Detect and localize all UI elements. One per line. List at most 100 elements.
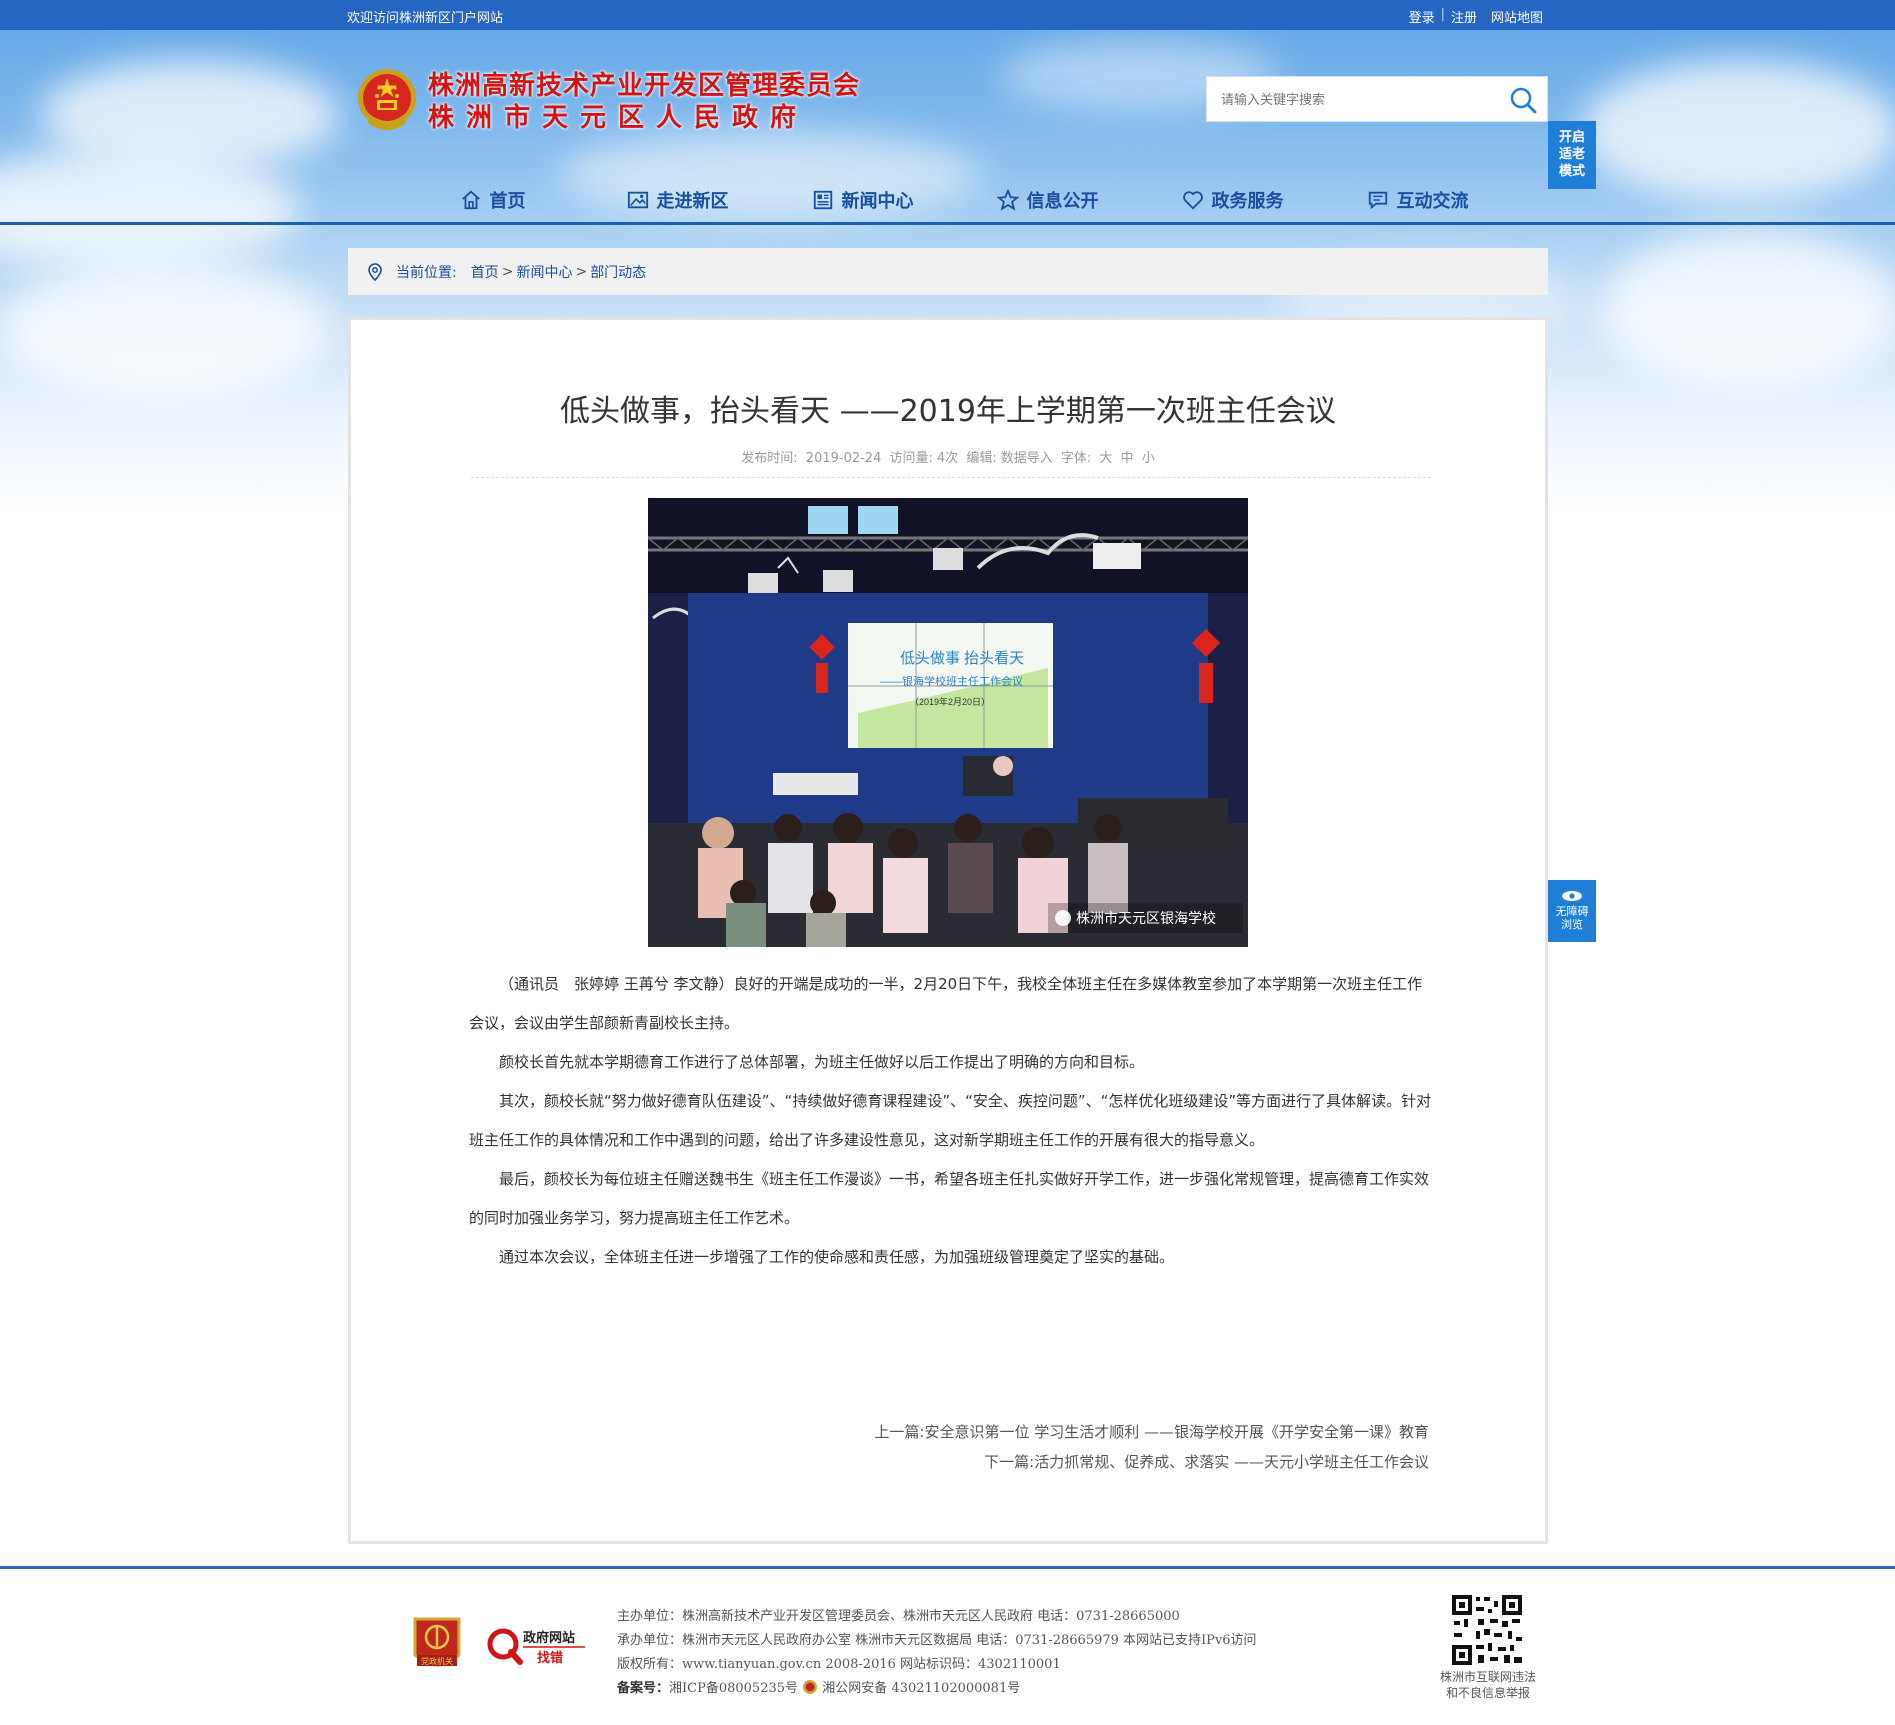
accessibility-text-2: 浏览 xyxy=(1561,918,1583,931)
main-nav: 首页 走进新区 新闻中心 信息公开 政务服务 互动交流 xyxy=(400,180,1510,220)
font-small-button[interactable]: 小 xyxy=(1142,451,1155,466)
prev-label: 上一篇: xyxy=(874,1423,925,1441)
record-label: 备案号： xyxy=(617,1681,670,1696)
badge-text: 党政机关 xyxy=(421,1656,453,1666)
article-paragraph: 其次，颜校长就“努力做好德育队伍建设”、“持续做好德育课程建设”、“安全、疾控问… xyxy=(469,1092,1432,1149)
site-title-line1: 株洲高新技术产业开发区管理委员会 xyxy=(428,71,861,101)
accessibility-button[interactable]: 无障碍 浏览 xyxy=(1548,880,1596,942)
next-label: 下一篇: xyxy=(984,1453,1035,1471)
cloud-decoration xyxy=(1600,230,1895,390)
cloud-decoration xyxy=(0,150,300,270)
chat-icon xyxy=(1368,191,1387,210)
photo-watermark: 株洲市天元区银海学校 xyxy=(1076,910,1216,926)
nav-label: 走进新区 xyxy=(656,191,729,212)
home-icon xyxy=(461,190,480,210)
website-error-report-icon[interactable]: 政府网站 找错 xyxy=(487,1624,587,1668)
elder-mode-button[interactable]: 开启 适老 模式 xyxy=(1548,121,1596,189)
breadcrumb-department[interactable]: 部门动态 xyxy=(590,262,646,282)
article-paragraph: 最后，颜校长为每位班主任赠送魏书生《班主任工作漫谈》一书，希望各班主任扎实做好开… xyxy=(469,1170,1430,1227)
article-paragraph: （通讯员 张婷婷 王苒兮 李文静）良好的开端是成功的一半，2月20日下午，我校全… xyxy=(469,975,1423,1032)
top-links: 登录 | 注册 网站地图 xyxy=(1409,7,1543,26)
meta-editor: 数据导入 xyxy=(1000,451,1053,466)
national-emblem-icon xyxy=(358,69,416,130)
breadcrumb-separator: > xyxy=(501,263,514,280)
cloud-decoration xyxy=(1580,60,1895,200)
elder-mode-text-3: 模式 xyxy=(1558,164,1585,179)
newspaper-icon xyxy=(813,190,832,210)
prev-article[interactable]: 上一篇:安全意识第一位 学习生活才顺利 ——银海学校开展《开学安全第一课》教育 xyxy=(874,1417,1429,1447)
article-meta: 发布时间: 2019-02-24 访问量: 4次 编辑: 数据导入 字体: 大 中 … xyxy=(351,447,1545,466)
search-icon[interactable] xyxy=(1509,86,1537,114)
font-medium-button[interactable]: 中 xyxy=(1121,451,1134,466)
article-container: 低头做事，抬头看天 ——2019年上学期第一次班主任会议 发布时间: 2019-… xyxy=(348,317,1548,1544)
picture-icon xyxy=(627,191,648,209)
nav-label: 信息公开 xyxy=(1026,191,1099,212)
article-paragraph: 颜校长首先就本学期德育工作进行了总体部署，为班主任做好以后工作提出了明确的方向和… xyxy=(499,1053,1145,1071)
nav-underline xyxy=(0,222,1895,225)
article-paragraph: 通过本次会议，全体班主任进一步增强了工作的使命感和责任感，为加强班级管理奠定了坚… xyxy=(499,1248,1175,1266)
police-badge-icon xyxy=(803,1680,818,1694)
screen-text-1: 低头做事 抬头看天 xyxy=(900,650,1024,667)
breadcrumb-news[interactable]: 新闻中心 xyxy=(516,262,572,282)
nav-item-services[interactable]: 政务服务 xyxy=(1140,180,1325,220)
nav-item-info[interactable]: 信息公开 xyxy=(955,180,1140,220)
cloud-decoration xyxy=(0,260,330,400)
article-body: （通讯员 张婷婷 王苒兮 李文静）良好的开端是成功的一半，2月20日下午，我校全… xyxy=(469,965,1433,1277)
nav-label: 首页 xyxy=(489,191,526,212)
nav-item-news[interactable]: 新闻中心 xyxy=(770,180,955,220)
meta-font-label: 字体: xyxy=(1060,451,1092,466)
screen-text-2: ——银海学校班主任工作会议 xyxy=(880,674,1023,688)
register-link[interactable]: 注册 xyxy=(1451,7,1477,26)
star-icon xyxy=(996,189,1019,211)
breadcrumb-label: 当前位置: xyxy=(396,264,457,281)
footer-info: 主办单位：株洲高新技术产业开发区管理委员会、株洲市天元区人民政府 电话：0731… xyxy=(617,1605,1257,1701)
meta-visits-label: 访问量: xyxy=(889,451,933,466)
elder-mode-text-1: 开启 xyxy=(1558,130,1585,145)
nav-label: 新闻中心 xyxy=(841,191,914,212)
jc-text-1: 政府网站 xyxy=(523,1630,575,1645)
nav-item-about[interactable]: 走进新区 xyxy=(585,180,770,220)
nav-item-home[interactable]: 首页 xyxy=(400,180,585,220)
icp-link[interactable]: 湘ICP备08005235号 xyxy=(669,1681,798,1696)
welcome-text: 欢迎访问株洲新区门户网站 xyxy=(347,11,504,26)
nav-label: 互动交流 xyxy=(1396,191,1469,212)
site-title-line2: 株洲市天元区人民政府 xyxy=(428,103,809,133)
location-pin-icon xyxy=(368,262,382,281)
footer-copyright: 版权所有：www.tianyuan.gov.cn 2008-2016 网站标识码… xyxy=(617,1657,1061,1672)
prev-next-links: 上一篇:安全意识第一位 学习生活才顺利 ——银海学校开展《开学安全第一课》教育 … xyxy=(874,1417,1429,1477)
qr-caption-line2: 和不良信息举报 xyxy=(1445,1686,1530,1700)
elder-mode-text-2: 适老 xyxy=(1558,147,1585,162)
meta-publish-label: 发布时间: xyxy=(741,451,798,466)
heart-icon xyxy=(1182,191,1203,210)
nav-item-interaction[interactable]: 互动交流 xyxy=(1325,180,1510,220)
link-separator: | xyxy=(1440,7,1445,22)
police-record-link[interactable]: 湘公网安备 43021102000081号 xyxy=(822,1681,1020,1696)
breadcrumb-separator: > xyxy=(575,263,588,280)
footer: 党政机关 政府网站 找错 主办单位：株洲高新技术产业开发区管理委员会、株洲市天元… xyxy=(0,1569,1895,1725)
nav-label: 政务服务 xyxy=(1211,191,1284,212)
prev-article-title[interactable]: 安全意识第一位 学习生活才顺利 ——银海学校开展《开学安全第一课》教育 xyxy=(924,1423,1429,1441)
footer-record: 备案号：湘ICP备08005235号 湘公网安备 43021102000081号 xyxy=(617,1677,1257,1701)
next-article[interactable]: 下一篇:活力抓常规、促养成、求落实 ——天元小学班主任工作会议 xyxy=(874,1447,1429,1477)
eye-icon xyxy=(1562,891,1582,901)
next-article-title[interactable]: 活力抓常规、促养成、求落实 ——天元小学班主任工作会议 xyxy=(1034,1453,1429,1471)
accessibility-text-1: 无障碍 xyxy=(1555,905,1589,918)
font-large-button[interactable]: 大 xyxy=(1099,451,1112,466)
search-box xyxy=(1206,76,1548,122)
footer-host: 主办单位：株洲高新技术产业开发区管理委员会、株洲市天元区人民政府 电话：0731… xyxy=(617,1609,1180,1624)
qr-caption: 株洲市互联网违法 和不良信息举报 xyxy=(1418,1669,1558,1701)
jc-text-2: 找错 xyxy=(537,1650,563,1665)
title-divider xyxy=(471,477,1431,478)
sitemap-link[interactable]: 网站地图 xyxy=(1491,7,1543,26)
top-bar: 欢迎访问株洲新区门户网站 登录 | 注册 网站地图 xyxy=(0,0,1895,30)
meta-visits: 4次 xyxy=(936,451,959,466)
meeting-photo-illustration: 低头做事 抬头看天 ——银海学校班主任工作会议 （2019年2月20日） 株洲市… xyxy=(648,498,1248,947)
site-title: 株洲高新技术产业开发区管理委员会 株洲市天元区人民政府 xyxy=(428,70,860,134)
party-government-badge-icon[interactable]: 党政机关 xyxy=(411,1615,463,1675)
search-input[interactable] xyxy=(1207,77,1487,121)
meta-date: 2019-02-24 xyxy=(805,451,882,466)
article-title: 低头做事，抬头看天 ——2019年上学期第一次班主任会议 xyxy=(560,394,1336,429)
breadcrumb-home[interactable]: 首页 xyxy=(471,262,499,282)
login-link[interactable]: 登录 xyxy=(1409,7,1435,26)
article-photo: 低头做事 抬头看天 ——银海学校班主任工作会议 （2019年2月20日） 株洲市… xyxy=(648,498,1248,947)
